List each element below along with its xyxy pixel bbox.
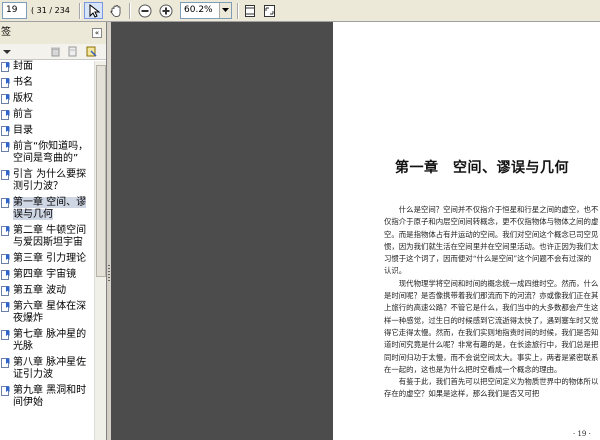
bookmark-item[interactable]: 封面	[0, 61, 94, 73]
bookmark-label: 版权	[13, 93, 33, 104]
bookmark-item[interactable]: 目录	[0, 125, 94, 137]
chevron-down-icon[interactable]	[219, 3, 231, 18]
paragraph: 有鉴于此，我们首先可以把空间定义为物质世界中的物体所以 存在的虚空？如果是这样，那…	[384, 377, 599, 399]
bookmark-label: 第三章 引力理论	[13, 253, 87, 264]
paragraph: 什么是空间？空间并不仅指介于恒星和行星之间的虚空，也不 仅指介于原子和内层空间间转…	[384, 205, 599, 276]
bookmark-icon	[1, 142, 10, 152]
bookmark-label: 封面	[13, 61, 33, 72]
bookmark-scrollbar[interactable]	[94, 61, 106, 440]
bookmark-label: 第九章 黑洞和时间伊始	[13, 385, 87, 408]
page-number-input[interactable]: 19	[2, 2, 27, 19]
panel-header: 签 «	[0, 22, 106, 45]
bookmark-item[interactable]: 第二章 牛顿空间与爱因斯坦宇宙	[0, 225, 94, 249]
bookmark-icon	[1, 386, 10, 396]
collapse-panel-button[interactable]: «	[92, 28, 102, 38]
bookmark-icon	[1, 270, 10, 280]
bookmark-icon	[1, 62, 10, 72]
hand-icon	[109, 4, 120, 17]
bookmark-label: 前言	[13, 109, 33, 120]
bookmark-item[interactable]: 第九章 黑洞和时间伊始	[0, 385, 94, 409]
fit-width-button[interactable]	[240, 2, 259, 19]
bookmark-list: 封面书名版权前言目录前言“你知道吗，空间是弯曲的” 引言 为什么要探测引力波？ 第一…	[0, 61, 94, 413]
bookmark-icon	[1, 286, 10, 296]
scrollbar-thumb[interactable]	[96, 65, 106, 277]
options-dropdown-icon[interactable]	[2, 46, 13, 57]
zoom-value: 60.2%	[184, 5, 213, 15]
page-number-label: · 19 ·	[573, 430, 591, 438]
toolbar-separator	[129, 3, 131, 19]
bookmark-item[interactable]: 第八章 脉冲星佐证引力波	[0, 357, 94, 381]
bookmark-label: 目录	[13, 125, 33, 136]
delete-bookmark-icon[interactable]	[50, 46, 61, 57]
bookmark-label: 第六章 星体在深夜爆炸	[13, 301, 87, 324]
bookmark-icon	[1, 254, 10, 264]
zoom-in-button[interactable]	[156, 2, 175, 19]
bookmark-icon	[1, 358, 10, 368]
bookmark-properties-icon[interactable]	[86, 46, 97, 57]
fit-page-icon	[264, 4, 275, 17]
fit-width-icon	[244, 4, 255, 17]
hand-tool-button[interactable]	[106, 2, 125, 19]
bookmark-label: 第二章 牛顿空间与爱因斯坦宇宙	[13, 225, 87, 248]
zoom-out-button[interactable]	[135, 2, 154, 19]
bookmark-item[interactable]: 书名	[0, 77, 94, 89]
bookmark-icon	[1, 170, 10, 180]
panel-title: 签	[1, 27, 11, 38]
bookmark-label: 第八章 脉冲星佐证引力波	[13, 357, 87, 380]
panel-toolbar	[0, 44, 106, 60]
bookmark-item[interactable]: 第三章 引力理论	[0, 253, 94, 265]
new-bookmark-icon[interactable]	[67, 46, 78, 57]
bookmark-icon	[1, 198, 10, 208]
bookmark-item[interactable]: 第一章 空间、谬误与几何	[0, 197, 94, 221]
zoom-out-icon	[138, 4, 151, 17]
toolbar: 19 ( 31 / 234 ) 60.2%	[0, 0, 600, 32]
bookmark-label: 前言“你知道吗，空间是弯曲的”	[13, 141, 89, 164]
bookmarks-panel: 签 « 封面书名版权前言目录前言“你知道吗，空间是弯曲的” 引言 为什么要探测引力…	[0, 22, 107, 440]
page-body: 什么是空间？空间并不仅指介于恒星和行星之间的虚空，也不 仅指介于原子和内层空间间转…	[384, 204, 600, 401]
bookmark-item[interactable]: 前言“你知道吗，空间是弯曲的”	[0, 141, 94, 165]
bookmark-item[interactable]: 第四章 宇宙镜	[0, 269, 94, 281]
zoom-select[interactable]: 60.2%	[180, 2, 232, 19]
bookmark-icon	[1, 94, 10, 104]
bookmark-icon	[1, 226, 10, 236]
bookmark-item[interactable]: 版权	[0, 93, 94, 105]
toolbar-separator	[237, 3, 239, 19]
cursor-arrow-icon	[89, 3, 100, 18]
bookmark-icon	[1, 78, 10, 88]
bookmark-label: 书名	[13, 77, 33, 88]
paragraph: 现代物理学将空间和时间的概念统一成四维时空。然而，什么 是时间呢？是否像携带着我们…	[384, 278, 599, 374]
bookmark-icon	[1, 302, 10, 312]
bookmark-item[interactable]: 前言	[0, 109, 94, 121]
bookmark-label: 第四章 宇宙镜	[13, 269, 77, 280]
chapter-title: 第一章 空间、谬误与几何	[395, 160, 569, 176]
select-tool-button[interactable]	[84, 2, 103, 19]
bookmark-icon	[1, 110, 10, 120]
bookmark-item[interactable]: 引言 为什么要探测引力波？	[0, 169, 94, 193]
bookmark-icon	[1, 330, 10, 340]
bookmark-label: 第七章 脉冲星的光脉	[13, 329, 87, 352]
bookmark-label: 引言 为什么要探测引力波？	[13, 169, 87, 192]
bookmark-item[interactable]: 第七章 脉冲星的光脉	[0, 329, 94, 353]
fit-page-button[interactable]	[260, 2, 279, 19]
bookmark-item[interactable]: 第六章 星体在深夜爆炸	[0, 301, 94, 325]
splitter-grip[interactable]	[108, 265, 110, 283]
toolbar-separator	[79, 3, 81, 19]
bookmark-item[interactable]: 第五章 波动	[0, 285, 94, 297]
document-viewer[interactable]: 第一章 空间、谬误与几何 什么是空间？空间并不仅指介于恒星和行星之间的虚空，也不…	[111, 22, 600, 440]
zoom-in-icon	[159, 4, 172, 17]
page-count: ( 31 / 234 )	[31, 6, 70, 32]
bookmark-label: 第五章 波动	[13, 285, 67, 296]
pdf-page: 第一章 空间、谬误与几何 什么是空间？空间并不仅指介于恒星和行星之间的虚空，也不…	[333, 22, 600, 440]
bookmark-icon	[1, 126, 10, 136]
bookmark-label: 第一章 空间、谬误与几何	[13, 197, 87, 220]
